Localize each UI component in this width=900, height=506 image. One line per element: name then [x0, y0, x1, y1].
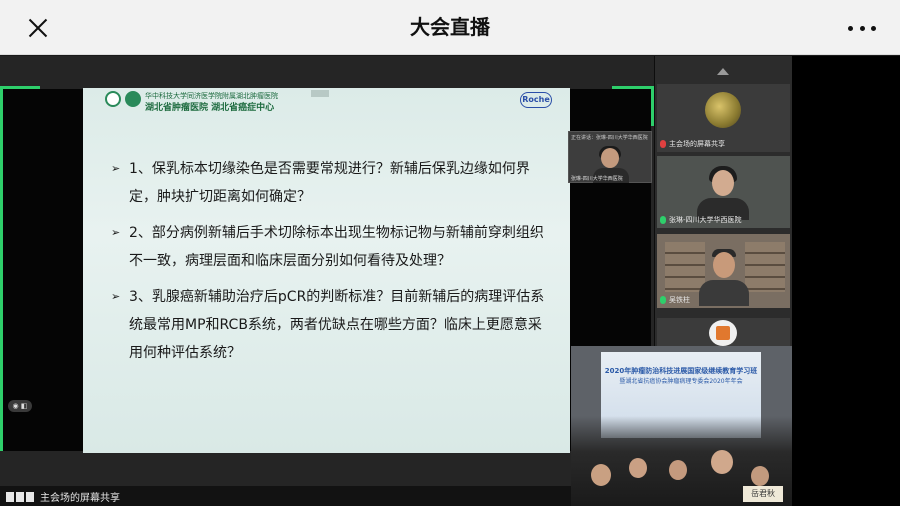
arrow-bullet-icon: ➢ [111, 162, 121, 175]
screen-status-badge[interactable]: ◉ ◧ [8, 400, 32, 412]
mic-on-icon [660, 216, 666, 224]
bookshelf [665, 242, 705, 292]
hospital-logo-icon [105, 91, 121, 107]
audience-member [669, 460, 687, 480]
active-border [651, 86, 654, 126]
participant-tile[interactable] [657, 318, 790, 348]
banner-title: 2020年肿瘤防治科技进展国家级继续教育学习班 [604, 367, 758, 375]
bullet-text: 2、部分病例新辅后手术切除标本出现生物标记物与新辅前穿刺组织不一致，病理层面和临… [129, 225, 544, 269]
speaker-face [601, 148, 619, 168]
venue-camera[interactable]: 2020年肿瘤防治科技进展国家级继续教育学习班 暨湖北省抗癌协会肿瘤病理专委会2… [571, 346, 792, 506]
arrow-bullet-icon: ➢ [111, 290, 121, 303]
participant-label: 主会场的屏幕共享 [660, 139, 725, 149]
roche-logo: Roche [520, 92, 552, 108]
participant-face [713, 252, 735, 278]
screen-left-bar [3, 89, 83, 451]
share-label-text: 主会场的屏幕共享 [40, 493, 120, 504]
mic-muted-icon [660, 140, 666, 148]
audience-member [711, 450, 733, 474]
active-border [612, 86, 652, 89]
active-border [0, 86, 3, 451]
name-card: 岳君秋 [743, 486, 783, 502]
pip-caption: 正在讲话：张琳-四川大学华西医院 [571, 135, 648, 141]
powerpoint-icon [709, 320, 737, 346]
cancer-center-logo-icon [125, 91, 141, 107]
participant-label: 吴铁柱 [660, 295, 690, 305]
slide-header: 华中科技大学同济医学院附属湖北肿瘤医院 湖北省肿瘤医院 湖北省癌症中心 Roch… [83, 88, 570, 113]
participant-tile[interactable]: 吴铁柱 [657, 234, 790, 308]
empty-panel [792, 56, 900, 506]
speaker-face [712, 170, 734, 196]
meeting-view: 华中科技大学同济医学院附属湖北肿瘤医院 湖北省肿瘤医院 湖北省癌症中心 Roch… [0, 56, 900, 506]
slide-bullets: ➢ 1、保乳标本切缘染色是否需要常规进行？新辅后保乳边缘如何界定，肿块扩切距离如… [111, 155, 551, 375]
slide-bullet: ➢ 3、乳腺癌新辅助治疗后pCR的判断标准？目前新辅后的病理评估系统最常用MP和… [111, 283, 551, 367]
participant-tile[interactable]: 张琳-四川大学华西医院 [657, 156, 790, 228]
presentation-slide: 华中科技大学同济医学院附属湖北肿瘤医院 湖北省肿瘤医院 湖北省癌症中心 Roch… [83, 88, 570, 453]
banner-subtitle: 暨湖北省抗癌协会肿瘤病理专委会2020年年会 [619, 378, 743, 385]
speaker-pip[interactable]: 正在讲话：张琳-四川大学华西医院 张琳-四川大学华西医院 [568, 131, 652, 183]
slide-bullet: ➢ 2、部分病例新辅后手术切除标本出现生物标记物与新辅前穿刺组织不一致，病理层面… [111, 219, 551, 275]
bookshelf [745, 242, 785, 292]
slide-tag [311, 90, 329, 97]
bullet-text: 3、乳腺癌新辅助治疗后pCR的判断标准？目前新辅后的病理评估系统最常用MP和RC… [129, 289, 545, 361]
arrow-bullet-icon: ➢ [111, 226, 121, 239]
participant-label: 张琳-四川大学华西医院 [660, 215, 742, 225]
screen-footer: 主会场的屏幕共享 [0, 486, 654, 506]
avatar [705, 92, 741, 128]
pip-name: 张琳-四川大学华西医院 [571, 176, 623, 182]
audience-member [629, 458, 647, 478]
mic-on-icon [660, 296, 666, 304]
shared-screen[interactable]: 华中科技大学同济医学院附属湖北肿瘤医院 湖北省肿瘤医院 湖北省癌症中心 Roch… [0, 56, 654, 506]
hospital-subtitle: 湖北省肿瘤医院 湖北省癌症中心 [145, 103, 275, 113]
participant-body [699, 280, 749, 306]
page-title: 大会直播 [410, 15, 490, 39]
bullet-text: 1、保乳标本切缘染色是否需要常规进行？新辅后保乳边缘如何界定，肿块扩切距离如何确… [129, 161, 530, 205]
top-bar: 大会直播 [0, 0, 900, 55]
share-status-icons [6, 491, 36, 502]
participant-tile[interactable]: 主会场的屏幕共享 [657, 84, 790, 152]
audience-member [591, 464, 611, 486]
slide-bullet: ➢ 1、保乳标本切缘染色是否需要常规进行？新辅后保乳边缘如何界定，肿块扩切距离如… [111, 155, 551, 211]
scroll-up-icon[interactable] [717, 68, 729, 75]
active-border [0, 86, 40, 89]
share-label: 主会场的屏幕共享 [6, 489, 120, 504]
more-options-icon[interactable] [848, 19, 876, 37]
audience-member [751, 466, 769, 486]
